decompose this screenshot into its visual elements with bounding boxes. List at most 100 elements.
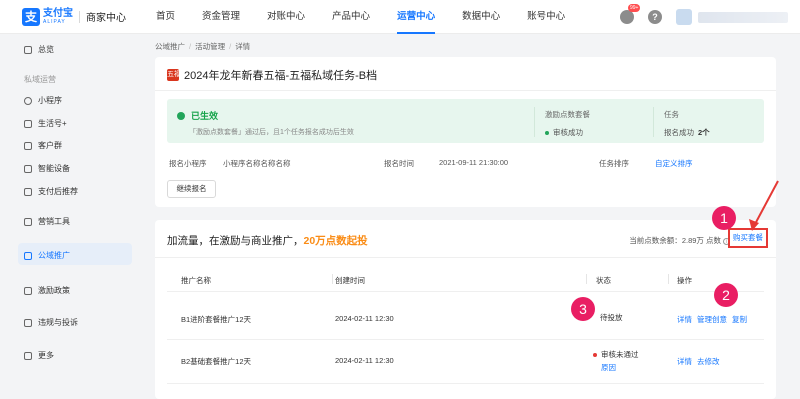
sidebar-item-smart-device[interactable]: 智能设备 <box>24 163 70 174</box>
sidebar-item-customer-group[interactable]: 客户群 <box>24 140 62 151</box>
row-name: B1进阶套餐推广12天 <box>181 315 252 324</box>
annotation-marker-2: 2 <box>714 283 738 307</box>
avatar[interactable] <box>676 9 692 25</box>
package-label: 激励点数套餐 <box>545 110 590 119</box>
sidebar-item-mini-program[interactable]: 小程序 <box>24 95 62 106</box>
sidebar-item-incentive[interactable]: 激励政策 <box>24 285 70 296</box>
signup-time-label: 报名时间 <box>384 159 414 168</box>
col-created: 创建时间 <box>335 276 365 285</box>
manage-creative-link[interactable]: 管理创意 <box>697 315 727 324</box>
sidebar-item-overview[interactable]: 总览 <box>24 44 54 55</box>
nav-home[interactable]: 首页 <box>156 0 175 34</box>
sidebar-item-label: 客户群 <box>38 141 62 150</box>
task-sort-label: 任务排序 <box>599 159 629 168</box>
logo-en: ALIPAY <box>43 18 66 25</box>
points-balance: 当前点数余额：2.89万 点数 i <box>629 235 730 246</box>
sidebar-item-after-pay[interactable]: 支付后推荐 <box>24 186 78 197</box>
status-desc: 「激励点数套餐」通过后，且1个任务报名成功后生效 <box>189 129 354 136</box>
task-count: 2个 <box>698 128 710 137</box>
nav-operations[interactable]: 运营中心 <box>397 0 436 34</box>
grid-icon <box>24 45 32 54</box>
edit-link[interactable]: 去修改 <box>697 357 720 366</box>
nav-funds[interactable]: 资金管理 <box>202 0 240 34</box>
account-name-blurred[interactable] <box>698 11 788 23</box>
alipay-logo[interactable]: 支 支付宝 ALIPAY 商家中心 <box>22 7 126 26</box>
mini-program-icon <box>24 96 32 105</box>
buy-package-link[interactable]: 购买套餐 <box>728 228 768 248</box>
alipay-logo-icon: 支 <box>22 7 40 26</box>
check-circle-icon <box>177 111 185 120</box>
sidebar-item-label: 公域推广 <box>38 251 70 260</box>
sidebar: 总览 私域运营 小程序 生活号+ 客户群 智能设备 支付后推荐 营销工具 公域推… <box>0 34 143 399</box>
nav-reconciliation[interactable]: 对账中心 <box>267 0 305 34</box>
breadcrumb-detail: 详情 <box>235 42 251 51</box>
breadcrumb-activity-mgmt[interactable]: 活动管理 <box>195 42 225 51</box>
tools-icon <box>24 217 32 226</box>
sidebar-item-more[interactable]: 更多 <box>24 350 54 361</box>
custom-sort-link[interactable]: 自定义排序 <box>655 158 693 169</box>
row-status: 待投放 <box>600 313 623 322</box>
bell-icon[interactable]: 99+ <box>620 4 641 24</box>
row-created: 2024-02-11 12:30 <box>335 356 394 365</box>
sidebar-item-life-account[interactable]: 生活号+ <box>24 118 67 129</box>
task-detail-card: 五福 2024年龙年新春五福-五福私域任务-B档 已生效 「激励点数套餐」通过后… <box>155 57 776 207</box>
mp-label: 报名小程序 <box>169 159 207 168</box>
row-status: 审核未通过 <box>593 349 639 360</box>
sidebar-item-label: 生活号+ <box>38 119 67 128</box>
sidebar-item-label: 违规与投诉 <box>38 318 78 327</box>
top-bar: 支 支付宝 ALIPAY 商家中心 首页 资金管理 对账中心 产品中心 运营中心… <box>0 0 800 34</box>
task-title-text: 2024年龙年新春五福-五福私域任务-B档 <box>184 70 378 82</box>
annotation-marker-3: 3 <box>571 297 595 321</box>
life-account-icon <box>24 119 32 128</box>
row-name: B2基础套餐推广12天 <box>181 357 252 366</box>
nav-data[interactable]: 数据中心 <box>462 0 500 34</box>
continue-signup-button[interactable]: 继续报名 <box>167 180 216 198</box>
status-panel: 已生效 「激励点数套餐」通过后，且1个任务报名成功后生效 激励点数套餐 审核成功… <box>167 99 764 143</box>
task-value: 报名成功 <box>664 128 694 137</box>
task-thumb-icon: 五福 <box>167 69 181 81</box>
breadcrumb-public-promo[interactable]: 公域推广 <box>155 42 185 51</box>
promotion-card: 加流量，在激励与商业推广，20万点数起投 当前点数余额：2.89万 点数 i 购买… <box>155 220 776 399</box>
nav-products[interactable]: 产品中心 <box>332 0 370 34</box>
sidebar-item-label: 总览 <box>38 45 54 54</box>
mp-value: 小程序名称名称名称 <box>223 159 291 168</box>
sidebar-item-public-promo[interactable]: 公域推广 <box>24 250 70 261</box>
sidebar-group-private: 私域运营 <box>24 75 56 84</box>
logo-cn: 支付宝 <box>43 7 73 19</box>
more-icon <box>24 351 32 360</box>
promo-title: 加流量，在激励与商业推广，20万点数起投 <box>167 235 368 247</box>
error-dot-icon <box>593 353 597 358</box>
table-row: B1进阶套餐推广12天 2024-02-11 12:30 待投放 详情 管理创意复… <box>167 292 764 340</box>
sidebar-item-violations[interactable]: 违规与投诉 <box>24 317 78 328</box>
gift-icon <box>24 286 32 295</box>
help-icon[interactable]: ? <box>648 10 662 24</box>
reason-link[interactable]: 原因 <box>601 362 616 373</box>
users-icon <box>24 141 32 150</box>
annotation-marker-1: 1 <box>712 206 736 230</box>
signup-time-value: 2021-09-11 21:30:00 <box>439 158 509 167</box>
nav-account[interactable]: 账号中心 <box>527 0 565 34</box>
success-dot-icon <box>545 131 549 136</box>
main-nav: 首页 资金管理 对账中心 产品中心 运营中心 数据中心 账号中心 <box>156 0 592 34</box>
detail-link[interactable]: 详情 <box>677 357 692 366</box>
sidebar-item-label: 智能设备 <box>38 164 70 173</box>
sidebar-item-label: 更多 <box>38 351 54 360</box>
megaphone-icon <box>24 251 32 260</box>
receipt-icon <box>24 187 32 196</box>
detail-link[interactable]: 详情 <box>677 315 692 324</box>
merchant-center-label: 商家中心 <box>86 13 126 24</box>
copy-link[interactable]: 复制 <box>732 315 747 324</box>
breadcrumb: 公域推广 / 活动管理 / 详情 <box>155 42 251 51</box>
sidebar-item-label: 支付后推荐 <box>38 187 78 196</box>
col-status: 状态 <box>596 276 611 285</box>
table-row: B2基础套餐推广12天 2024-02-11 12:30 审核未通过 原因 详情… <box>167 340 764 384</box>
promo-highlight: 20万点数起投 <box>303 235 368 247</box>
sidebar-item-label: 营销工具 <box>38 217 70 226</box>
sidebar-item-label: 小程序 <box>38 96 62 105</box>
package-value: 审核成功 <box>553 128 583 137</box>
warning-icon <box>24 318 32 327</box>
points-balance-value: 2.89万 点数 <box>681 236 721 245</box>
col-name: 推广名称 <box>181 276 211 285</box>
sidebar-item-marketing-tools[interactable]: 营销工具 <box>24 216 70 227</box>
status-text: 已生效 <box>191 111 219 121</box>
